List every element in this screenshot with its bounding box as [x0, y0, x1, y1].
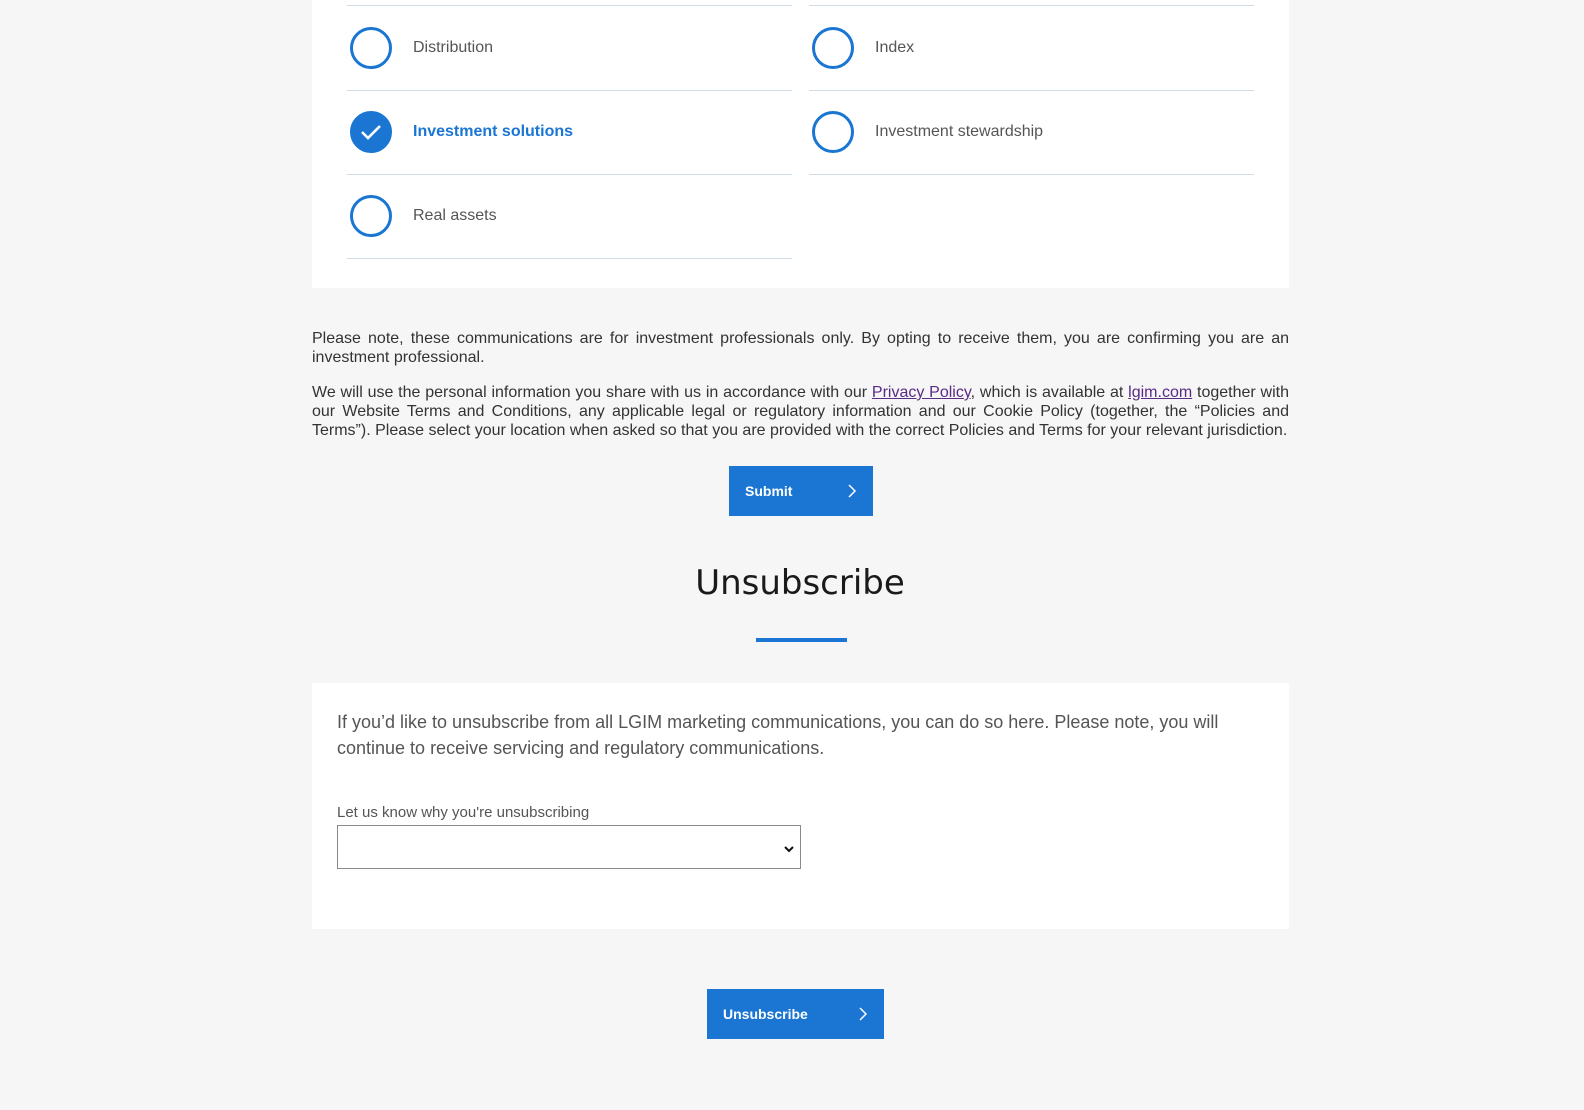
chevron-right-icon — [858, 1007, 868, 1021]
unsubscribe-button-label: Unsubscribe — [723, 1006, 808, 1022]
radio-unchecked-icon — [812, 27, 854, 69]
privacy-text: , which is available at — [970, 384, 1129, 401]
privacy-text: We will use the personal information you… — [312, 384, 872, 401]
radio-unchecked-icon — [350, 195, 392, 237]
reason-label: Let us know why you're unsubscribing — [337, 804, 590, 821]
topic-option-distribution[interactable]: Distribution — [347, 6, 792, 91]
radio-unchecked-icon — [812, 111, 854, 153]
topic-label: Distribution — [413, 39, 494, 56]
unsubscribe-card: If you’d like to unsubscribe from all LG… — [312, 683, 1289, 929]
unsubscribe-button[interactable]: Unsubscribe — [707, 989, 884, 1039]
unsubscribe-heading: Unsubscribe — [695, 563, 905, 603]
topic-option-index[interactable]: Index — [809, 6, 1254, 91]
radio-unchecked-icon — [350, 27, 392, 69]
submit-button[interactable]: Submit — [729, 466, 873, 516]
privacy-policy-link[interactable]: Privacy Policy — [872, 384, 971, 401]
topic-label: Index — [875, 39, 915, 56]
topic-option-investment-solutions[interactable]: Investment solutions — [347, 90, 792, 175]
submit-label: Submit — [745, 483, 793, 499]
topic-label: Real assets — [413, 207, 497, 224]
topic-option-real-assets[interactable]: Real assets — [347, 174, 792, 259]
professional-notice: Please note, these communications are fo… — [312, 330, 1289, 366]
topic-label: Investment stewardship — [875, 123, 1044, 140]
topic-option-investment-stewardship[interactable]: Investment stewardship — [809, 90, 1254, 175]
unsubscribe-description: If you’d like to unsubscribe from all LG… — [337, 712, 1219, 758]
reason-select[interactable] — [337, 825, 801, 869]
topic-label: Investment solutions — [413, 123, 574, 140]
lgim-site-link[interactable]: lgim.com — [1128, 384, 1192, 401]
chevron-right-icon — [847, 484, 857, 498]
checkmark-icon — [350, 111, 392, 153]
heading-underline — [756, 638, 847, 642]
topics-card: Distribution Index Investment solutions … — [312, 0, 1289, 288]
privacy-notice: We will use the personal information you… — [312, 383, 1289, 440]
chevron-down-icon — [784, 841, 794, 859]
